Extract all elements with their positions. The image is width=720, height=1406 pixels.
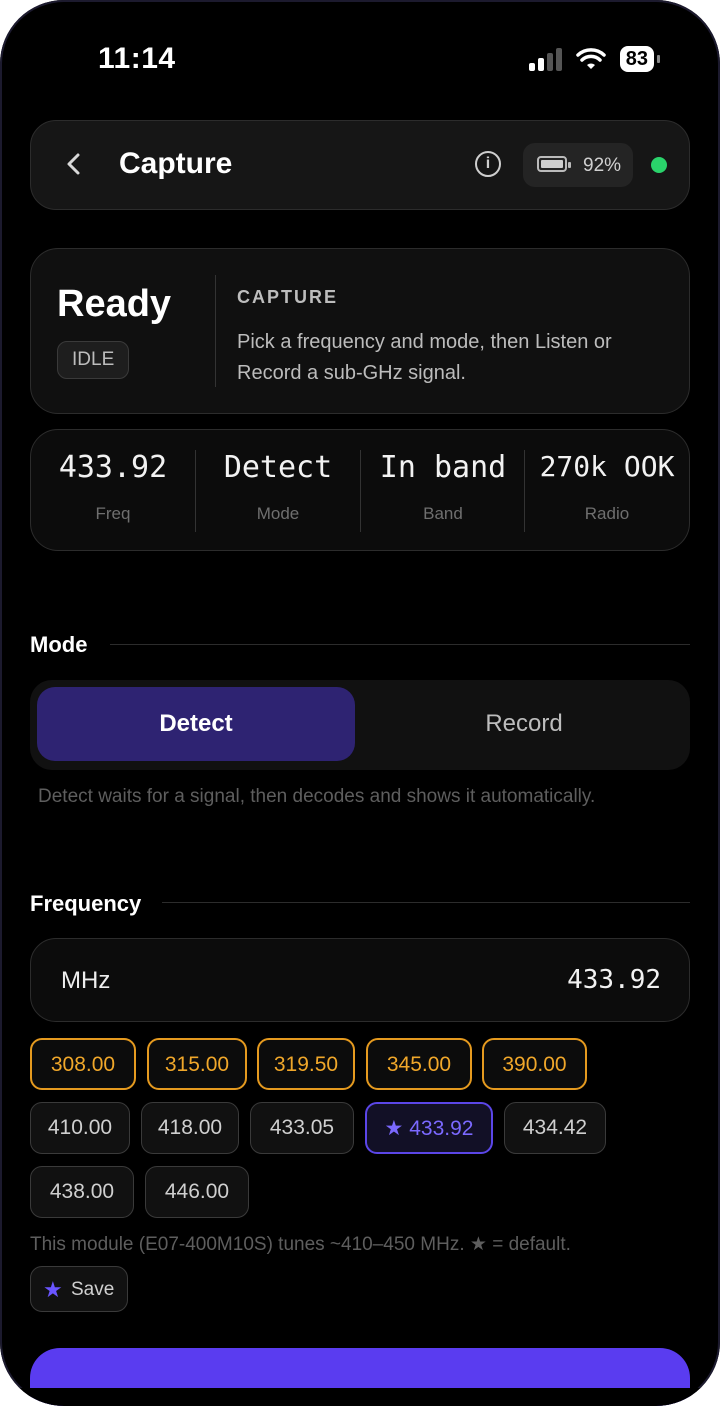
mode-segmented-control: Detect Record — [30, 680, 690, 770]
preset-chip[interactable]: 308.00 — [30, 1038, 136, 1090]
preset-chip-selected[interactable]: ★ 433.92 — [365, 1102, 493, 1154]
stat-label: Radio — [584, 504, 630, 523]
stat-value: 270k OOK — [539, 450, 675, 483]
save-preset-button[interactable]: ★ Save — [30, 1266, 128, 1312]
phone-screen: 11:14 83 Capture i 92% Ready IDLE CAPTUR… — [0, 0, 720, 1406]
star-icon: ★ — [43, 1277, 63, 1302]
mode-help-text: Detect waits for a signal, then decodes … — [38, 786, 596, 807]
preset-chip[interactable]: 410.00 — [30, 1102, 130, 1154]
divider — [162, 902, 690, 903]
stat-value: 433.92 — [58, 450, 168, 485]
stat-mode: Detect Mode — [196, 430, 360, 550]
stat-freq: 433.92 Freq — [31, 430, 195, 550]
frequency-heading: Frequency — [30, 891, 142, 916]
preset-chip[interactable]: 319.50 — [257, 1038, 355, 1090]
wifi-icon — [576, 48, 606, 69]
page-title: Capture — [119, 147, 233, 180]
bottom-edge — [0, 1388, 720, 1406]
mode-record-button[interactable]: Record — [365, 687, 683, 761]
preset-chip[interactable]: 418.00 — [141, 1102, 239, 1154]
info-icon[interactable]: i — [475, 151, 501, 177]
stat-radio: 270k OOK Radio — [525, 430, 689, 550]
stat-band: In band Band — [361, 430, 525, 550]
section-label: CAPTURE — [237, 287, 339, 307]
preset-chip[interactable]: 390.00 — [482, 1038, 587, 1090]
device-battery-badge: 92% — [523, 143, 633, 187]
preset-chip[interactable]: 438.00 — [30, 1166, 134, 1218]
stat-value: Detect — [223, 450, 333, 485]
status-card: Ready IDLE CAPTURE Pick a frequency and … — [30, 248, 690, 414]
mode-heading: Mode — [30, 632, 88, 657]
divider — [215, 275, 216, 387]
frequency-value[interactable]: 433.92 — [567, 965, 661, 995]
app-header: Capture i 92% — [30, 120, 690, 210]
frequency-unit: MHz — [61, 967, 111, 994]
status-time: 11:14 — [98, 42, 176, 75]
mode-detect-button[interactable]: Detect — [37, 687, 355, 761]
status-icons: 83 — [528, 46, 661, 72]
back-icon[interactable] — [63, 147, 91, 183]
signal-icon — [528, 47, 562, 71]
battery-icon — [537, 156, 571, 172]
preset-chip[interactable]: 345.00 — [366, 1038, 472, 1090]
save-label: Save — [71, 1279, 115, 1300]
frequency-help-text: This module (E07-400M10S) tunes ~410–450… — [30, 1234, 571, 1255]
stat-label: Band — [423, 504, 463, 523]
preset-chip[interactable]: 315.00 — [147, 1038, 247, 1090]
frequency-input[interactable]: MHz 433.92 — [30, 938, 690, 1022]
status-title: Ready — [57, 283, 172, 325]
stats-card: 433.92 Freq Detect Mode In band Band 270… — [30, 429, 690, 551]
connection-status-dot — [651, 157, 667, 173]
stat-label: Freq — [95, 504, 131, 523]
status-description: Pick a frequency and mode, then Listen o… — [237, 331, 612, 384]
preset-chip[interactable]: 433.05 — [250, 1102, 354, 1154]
stat-value: In band — [379, 450, 507, 485]
preset-chip[interactable]: 446.00 — [145, 1166, 249, 1218]
status-badge: IDLE — [57, 341, 130, 379]
divider — [110, 644, 690, 645]
device-battery-text: 92% — [583, 155, 622, 176]
preset-chip[interactable]: 434.42 — [504, 1102, 606, 1154]
phone-battery-icon: 83 — [619, 46, 661, 72]
stat-label: Mode — [256, 504, 300, 523]
